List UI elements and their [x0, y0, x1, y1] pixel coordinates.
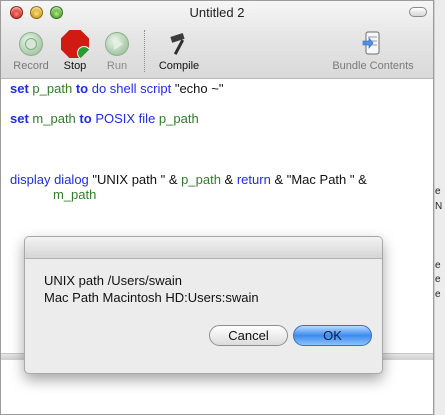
- stop-icon: [60, 29, 90, 59]
- script-line-2: set m_path to POSIX file p_path: [10, 111, 199, 126]
- variable-m-path-2: m_path: [53, 187, 97, 202]
- cancel-button[interactable]: Cancel: [209, 325, 288, 346]
- script-line-1: set p_path to do shell script "echo ~": [10, 81, 223, 96]
- variable-p-path-3: p_path: [181, 172, 221, 187]
- string-echo: "echo ~": [174, 81, 224, 96]
- display-dialog: UNIX path /Users/swain Mac Path Macintos…: [24, 236, 383, 374]
- string-mac-path: "Mac Path ": [286, 172, 355, 187]
- background-edge-text-2: N: [435, 201, 443, 212]
- ampersand-1: &: [168, 172, 178, 187]
- ampersand-4: &: [358, 172, 367, 187]
- window-title: Untitled 2: [189, 5, 245, 20]
- hammer-svg: [170, 32, 185, 55]
- run-button[interactable]: Run: [87, 29, 147, 72]
- ampersand-2: &: [224, 172, 234, 187]
- dialog-title-bar: [25, 237, 382, 259]
- compile-label: Compile: [158, 60, 200, 72]
- background-edge-text-1: e: [435, 186, 441, 197]
- variable-p-path-2: p_path: [158, 111, 199, 126]
- run-icon: [102, 29, 132, 59]
- toolbar: Record Stop Run Compile Bundle Contents: [1, 26, 433, 78]
- command-posix-file: POSIX file: [95, 111, 156, 126]
- command-do-shell-script: do shell script: [91, 81, 172, 96]
- bundle-contents-icon: [358, 29, 388, 59]
- hammer-icon: [164, 29, 194, 59]
- ok-button[interactable]: OK: [293, 325, 372, 346]
- keyword-set-2: set: [10, 111, 29, 126]
- keyword-set: set: [10, 81, 29, 96]
- background-edge-text-4: e: [435, 274, 441, 285]
- toolbar-separator: [144, 30, 145, 72]
- window-chrome: Untitled 2 Record Stop Run Compile Bundl…: [1, 1, 433, 79]
- record-icon: [16, 29, 46, 59]
- dialog-message-line-1: UNIX path /Users/swain: [44, 273, 182, 288]
- toolbar-toggle-button[interactable]: [409, 7, 427, 17]
- command-display-dialog: display dialog: [10, 172, 89, 187]
- bundle-contents-button[interactable]: Bundle Contents: [327, 29, 419, 72]
- string-unix-path: "UNIX path ": [92, 172, 166, 187]
- variable-p-path: p_path: [32, 81, 73, 96]
- bundle-contents-label: Bundle Contents: [332, 60, 414, 72]
- run-label: Run: [106, 60, 128, 72]
- keyword-to: to: [75, 81, 89, 96]
- background-edge-text-3: e: [435, 260, 441, 271]
- script-line-3: display dialog "UNIX path " & p_path & r…: [10, 172, 367, 187]
- variable-m-path: m_path: [32, 111, 76, 126]
- keyword-to-2: to: [79, 111, 92, 126]
- compile-button[interactable]: Compile: [149, 29, 209, 72]
- keyword-return: return: [236, 172, 271, 187]
- bundle-svg: [362, 31, 380, 55]
- ampersand-3: &: [274, 172, 284, 187]
- dialog-message-line-2: Mac Path Macintosh HD:Users:swain: [44, 290, 259, 305]
- background-edge-text-5: e: [435, 289, 441, 300]
- script-line-4: m_path: [53, 187, 96, 202]
